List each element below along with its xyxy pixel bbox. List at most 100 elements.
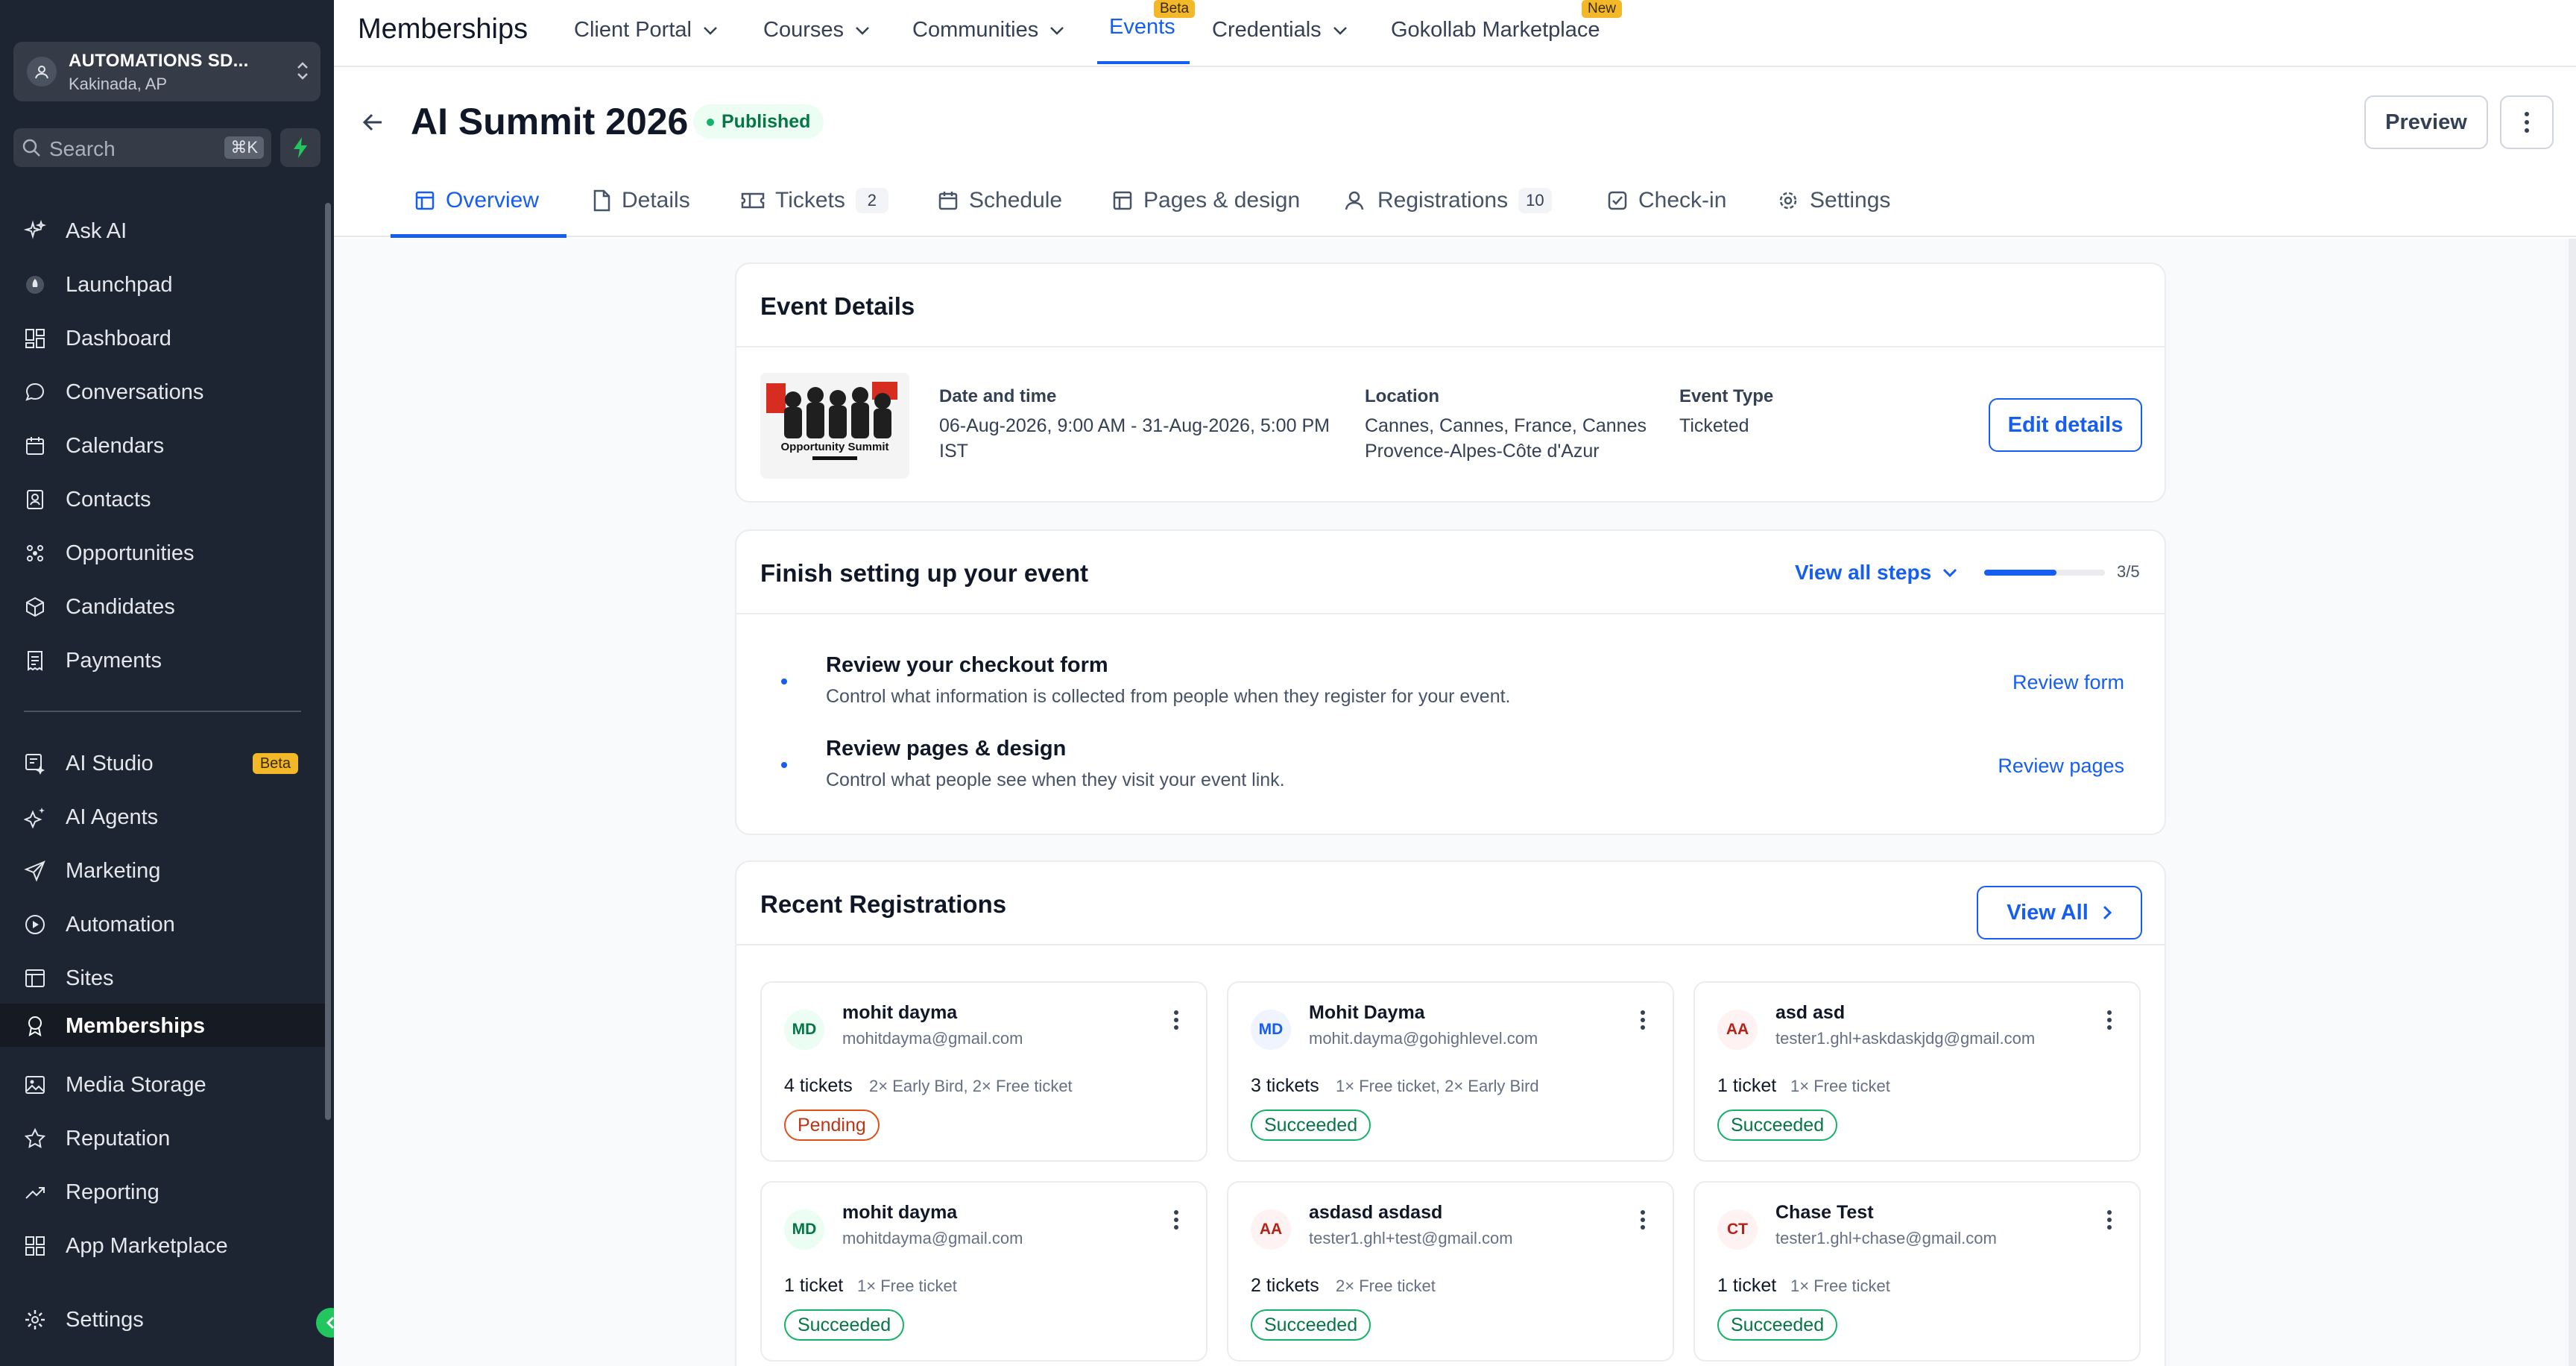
account-name: AUTOMATIONS SD... bbox=[69, 51, 249, 71]
tab-overview[interactable]: Overview bbox=[414, 188, 539, 213]
status-badge: Succeeded bbox=[1251, 1110, 1371, 1141]
search-placeholder: Search bbox=[49, 137, 116, 160]
registration-menu-button[interactable] bbox=[1640, 1209, 1646, 1234]
sidebar-item-label: Memberships bbox=[66, 1014, 205, 1038]
registration-card[interactable]: AA asdasd asdasd tester1.ghl+test@gmail.… bbox=[1227, 1181, 1674, 1362]
edit-details-button[interactable]: Edit details bbox=[1989, 398, 2142, 452]
tab-label: Overview bbox=[446, 188, 540, 213]
sidebar-item-automation[interactable]: Automation bbox=[0, 902, 325, 945]
sidebar-item-label: Launchpad bbox=[66, 273, 173, 297]
ai-agents-icon bbox=[24, 808, 45, 828]
registration-card[interactable]: CT Chase Test tester1.ghl+chase@gmail.co… bbox=[1693, 1181, 2141, 1362]
topnav-events[interactable]: Events bbox=[1109, 15, 1175, 40]
registration-menu-button[interactable] bbox=[2106, 1209, 2112, 1234]
sidebar-item-media-storage[interactable]: Media Storage bbox=[0, 1063, 325, 1106]
tab-schedule[interactable]: Schedule bbox=[938, 188, 1062, 213]
ai-studio-icon bbox=[25, 754, 45, 775]
sidebar-item-label: Media Storage bbox=[66, 1073, 206, 1097]
chevron-down-icon bbox=[856, 26, 869, 35]
tab-check-in[interactable]: Check-in bbox=[1607, 188, 1726, 213]
tab-label: Registrations bbox=[1377, 188, 1509, 213]
topnav-courses[interactable]: Courses bbox=[763, 18, 871, 43]
ticket-count: 1 ticket bbox=[1717, 1075, 1777, 1096]
view-all-registrations-button[interactable]: View All bbox=[1977, 886, 2142, 939]
sidebar-item-settings[interactable]: Settings bbox=[0, 1297, 325, 1341]
registration-menu-button[interactable] bbox=[1640, 1010, 1646, 1034]
topnav-label: Credentials bbox=[1212, 18, 1322, 42]
back-button[interactable] bbox=[359, 109, 386, 139]
event-details-card: Event Details Opportunity Summit Date an… bbox=[735, 262, 2166, 503]
registration-menu-button[interactable] bbox=[1173, 1209, 1179, 1234]
topnav-gokollab-marketplace[interactable]: Gokollab Marketplace bbox=[1391, 18, 1600, 43]
arrow-left-icon bbox=[362, 113, 382, 131]
sidebar-item-label: Sites bbox=[66, 966, 114, 990]
card-header: Recent Registrations View All bbox=[736, 862, 2165, 945]
tab-registrations[interactable]: Registrations 10 bbox=[1345, 188, 1552, 213]
app-title: Memberships bbox=[358, 13, 528, 45]
avatar: CT bbox=[1717, 1209, 1758, 1250]
sidebar-item-payments[interactable]: Payments bbox=[0, 638, 325, 682]
registration-card[interactable]: MD mohit dayma mohitdayma@gmail.com 1 ti… bbox=[760, 1181, 1208, 1362]
sidebar-item-reputation[interactable]: Reputation bbox=[0, 1116, 325, 1159]
search-shortcut: ⌘K bbox=[224, 136, 264, 159]
review-form-link[interactable]: Review form bbox=[2012, 671, 2124, 694]
registration-card[interactable]: MD mohit dayma mohitdayma@gmail.com 4 ti… bbox=[760, 981, 1208, 1162]
sidebar-item-ai-studio[interactable]: AI Studio Beta bbox=[0, 741, 325, 784]
sidebar-item-label: Settings bbox=[66, 1308, 144, 1332]
page-title: AI Summit 2026 bbox=[411, 101, 689, 142]
tab-settings[interactable]: Settings bbox=[1777, 188, 1890, 213]
cube-icon bbox=[26, 597, 44, 617]
preview-button[interactable]: Preview bbox=[2364, 95, 2488, 149]
sidebar-item-opportunities[interactable]: Opportunities bbox=[0, 531, 325, 574]
registration-menu-button[interactable] bbox=[1173, 1010, 1179, 1034]
sidebar-item-dashboard[interactable]: Dashboard bbox=[0, 316, 325, 359]
grid-icon bbox=[25, 1236, 45, 1256]
account-switcher[interactable]: AUTOMATIONS SD... Kakinada, AP bbox=[13, 42, 321, 101]
sidebar-item-label: Opportunities bbox=[66, 541, 195, 565]
registrant-email: tester1.ghl+askdaskjdg@gmail.com bbox=[1775, 1029, 2036, 1048]
main-content: Event Details Opportunity Summit Date an… bbox=[334, 239, 2576, 1366]
registrant-email: tester1.ghl+chase@gmail.com bbox=[1775, 1229, 1997, 1247]
sidebar-item-conversations[interactable]: Conversations bbox=[0, 370, 325, 413]
topnav-communities[interactable]: Communities bbox=[912, 18, 1065, 43]
sidebar-item-ask-ai[interactable]: Ask AI bbox=[0, 209, 325, 252]
tab-pages-design[interactable]: Pages & design bbox=[1112, 188, 1300, 213]
content-scrollbar[interactable] bbox=[2569, 239, 2576, 1366]
registration-card[interactable]: MD Mohit Dayma mohit.dayma@gohighlevel.c… bbox=[1227, 981, 1674, 1162]
status-badge: Pending bbox=[784, 1110, 880, 1141]
card-title: Finish setting up your event bbox=[760, 559, 1089, 587]
quick-action-button[interactable] bbox=[280, 128, 321, 167]
sidebar-item-reporting[interactable]: Reporting bbox=[0, 1170, 325, 1213]
sidebar-item-marketing[interactable]: Marketing bbox=[0, 849, 325, 892]
setup-steps-card: Finish setting up your event View all st… bbox=[735, 529, 2166, 835]
status-badge: Published bbox=[693, 104, 824, 139]
sidebar-item-contacts[interactable]: Contacts bbox=[0, 477, 325, 520]
sidebar-scrollbar[interactable] bbox=[325, 203, 331, 1120]
sidebar-item-launchpad[interactable]: Launchpad bbox=[0, 262, 325, 306]
sidebar-item-calendars[interactable]: Calendars bbox=[0, 424, 325, 467]
view-all-steps-toggle[interactable]: View all steps bbox=[1795, 561, 1958, 585]
ticket-count: 1 ticket bbox=[784, 1275, 844, 1296]
gear-icon bbox=[1779, 192, 1797, 210]
view-all-steps-label: View all steps bbox=[1795, 561, 1932, 584]
registration-menu-button[interactable] bbox=[2106, 1010, 2112, 1034]
topnav-client-portal[interactable]: Client Portal bbox=[574, 18, 719, 43]
tab-details[interactable]: Details bbox=[592, 188, 690, 213]
more-options-button[interactable] bbox=[2500, 95, 2554, 149]
registration-card[interactable]: AA asd asd tester1.ghl+askdaskjdg@gmail.… bbox=[1693, 981, 2141, 1162]
sidebar-item-ai-agents[interactable]: AI Agents bbox=[0, 795, 325, 838]
sidebar-item-label: Conversations bbox=[66, 380, 204, 404]
sidebar-item-memberships[interactable]: Memberships bbox=[0, 1004, 325, 1047]
card-title: Event Details bbox=[760, 292, 915, 320]
sidebar-item-sites[interactable]: Sites bbox=[0, 956, 325, 999]
sidebar-search[interactable]: Search ⌘K bbox=[13, 128, 271, 167]
ticket-breakdown: 1× Free ticket bbox=[1790, 1277, 1890, 1295]
sidebar-item-label: Contacts bbox=[66, 488, 151, 512]
review-pages-link[interactable]: Review pages bbox=[1998, 755, 2124, 778]
sidebar-item-candidates[interactable]: Candidates bbox=[0, 585, 325, 628]
registrations-count-badge: 10 bbox=[1518, 188, 1552, 213]
tab-tickets[interactable]: Tickets 2 bbox=[741, 188, 888, 213]
contacts-icon bbox=[27, 490, 43, 509]
topnav-credentials[interactable]: Credentials bbox=[1212, 18, 1348, 43]
sidebar-item-app-marketplace[interactable]: App Marketplace bbox=[0, 1224, 325, 1267]
